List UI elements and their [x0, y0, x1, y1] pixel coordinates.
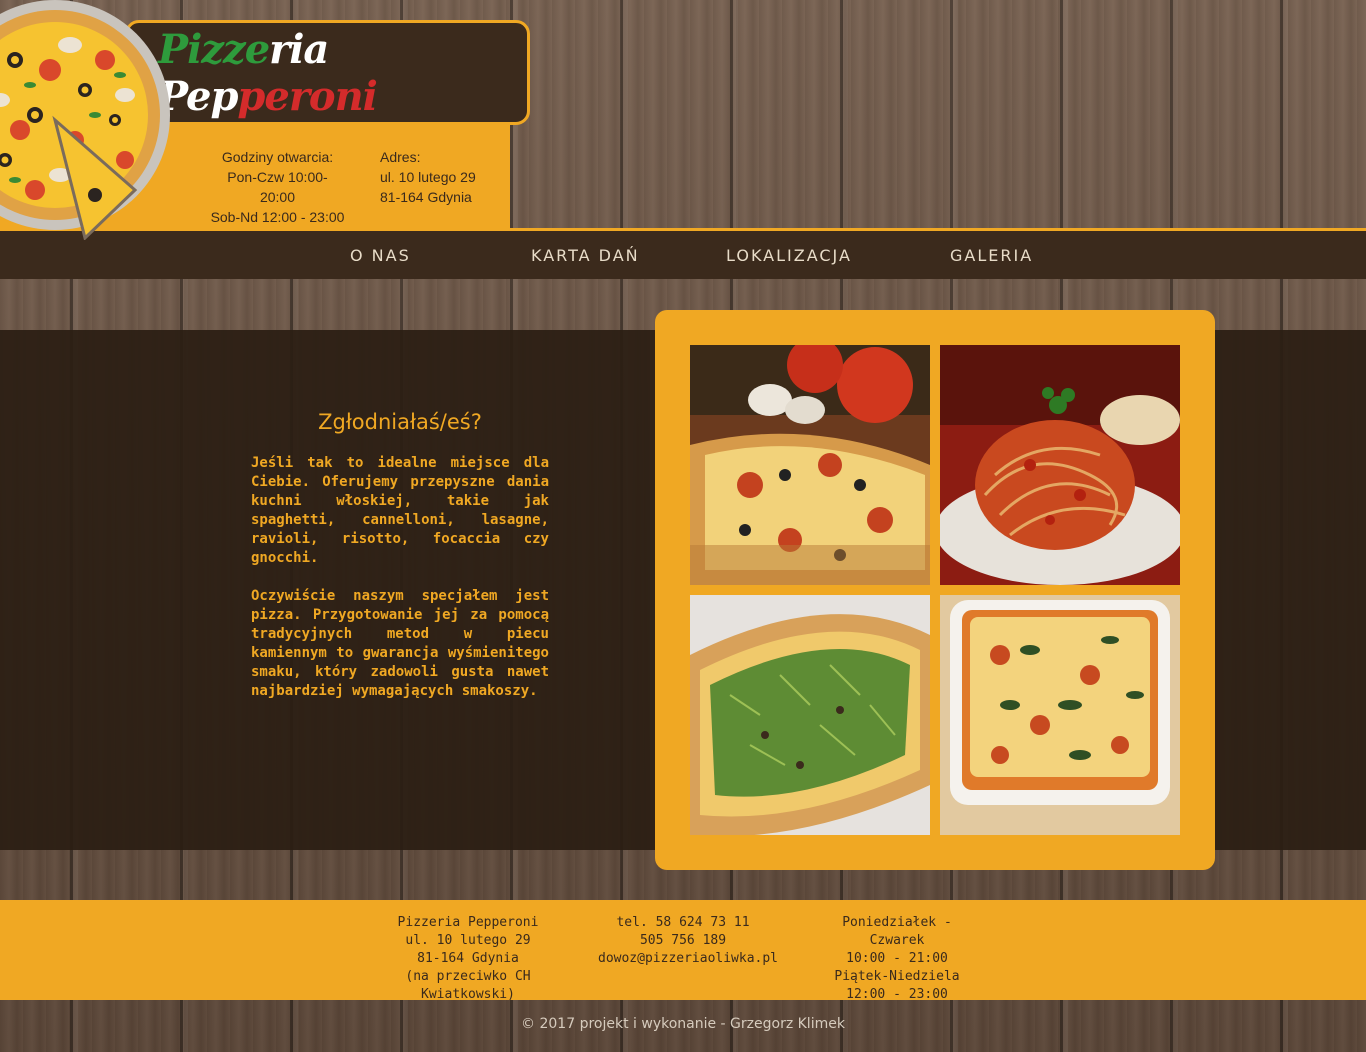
hours-label: Godziny otwarcia:	[221, 149, 334, 165]
address-label: Adres:	[380, 149, 421, 165]
hours-weekdays: Pon-Czw 10:00-20:00	[227, 169, 328, 205]
photo-gallery	[655, 310, 1215, 870]
footer-hours: Poniedziałek - Czwarek 10:00 - 21:00 Pią…	[816, 914, 978, 1004]
pizza-logo-icon	[0, 0, 170, 240]
brand-title-red: peroni	[237, 72, 377, 120]
gallery-photo-spaghetti[interactable]	[940, 345, 1180, 585]
nav-item-o-nas[interactable]: O NAS	[350, 246, 411, 265]
footer-address-line: ul. 10 lutego 29	[405, 933, 531, 948]
intro-paragraph-2: Oczywiście naszym specjałem jest pizza. …	[251, 588, 549, 699]
brand-box[interactable]: Pizzeria Pepperoni	[125, 20, 530, 125]
footer-hours-line: Poniedziałek - Czwarek	[842, 915, 952, 948]
nav-item-galeria[interactable]: GALERIA	[950, 246, 1033, 265]
pizza-photo-icon	[690, 345, 930, 585]
nav-item-karta-dan[interactable]: KARTA DAŃ	[531, 246, 640, 265]
gallery-photo-flatbread[interactable]	[690, 595, 930, 835]
footer-address-line: 81-164 Gdynia	[417, 951, 519, 966]
address-block: Adres: ul. 10 lutego 29 81-164 Gdynia	[380, 147, 476, 207]
lasagne-photo-icon	[940, 595, 1180, 835]
spaghetti-photo-icon	[940, 345, 1180, 585]
intro-heading: Zgłodniałaś/eś?	[318, 410, 482, 434]
footer-hours-line: Piątek-Niedziela	[834, 969, 960, 984]
footer-address-line: (na przeciwko CH Kwiatkowski)	[405, 969, 531, 1002]
hours-weekend: Sob-Nd 12:00 - 23:00	[210, 209, 345, 225]
footer-contact: tel. 58 624 73 11 505 756 189 dowoz@pizz…	[598, 914, 778, 968]
footer-address: Pizzeria Pepperoni ul. 10 lutego 29 81-1…	[368, 914, 568, 1004]
footer-hours-line: 12:00 - 23:00	[846, 987, 948, 1002]
opening-hours: Godziny otwarcia: Pon-Czw 10:00-20:00 So…	[210, 147, 345, 227]
intro-paragraph-1: Jeśli tak to idealne miejsce dla Ciebie.…	[251, 455, 549, 566]
intro-text: Zgłodniałaś/eś? Jeśli tak to idealne mie…	[251, 410, 549, 720]
main-nav: O NAS KARTA DAŃ LOKALIZACJA GALERIA	[0, 228, 1366, 279]
footer-phone-1[interactable]: tel. 58 624 73 11	[598, 914, 768, 932]
flatbread-photo-icon	[690, 595, 930, 835]
address-city: 81-164 Gdynia	[380, 189, 472, 205]
footer-hours-line: 10:00 - 21:00	[846, 951, 948, 966]
gallery-photo-lasagne[interactable]	[940, 595, 1180, 835]
footer-email[interactable]: dowoz@pizzeriaoliwka.pl	[598, 950, 778, 968]
footer-phone-2[interactable]: 505 756 189	[598, 932, 768, 950]
gallery-photo-pizza[interactable]	[690, 345, 930, 585]
footer-address-line: Pizzeria Pepperoni	[397, 915, 539, 930]
nav-item-lokalizacja[interactable]: LOKALIZACJA	[726, 246, 852, 265]
brand-title: Pizzeria Pepperoni	[158, 26, 527, 120]
footer: Pizzeria Pepperoni ul. 10 lutego 29 81-1…	[0, 900, 1366, 1002]
copyright: © 2017 projekt i wykonanie - Grzegorz Kl…	[521, 1016, 845, 1032]
address-street: ul. 10 lutego 29	[380, 169, 476, 185]
